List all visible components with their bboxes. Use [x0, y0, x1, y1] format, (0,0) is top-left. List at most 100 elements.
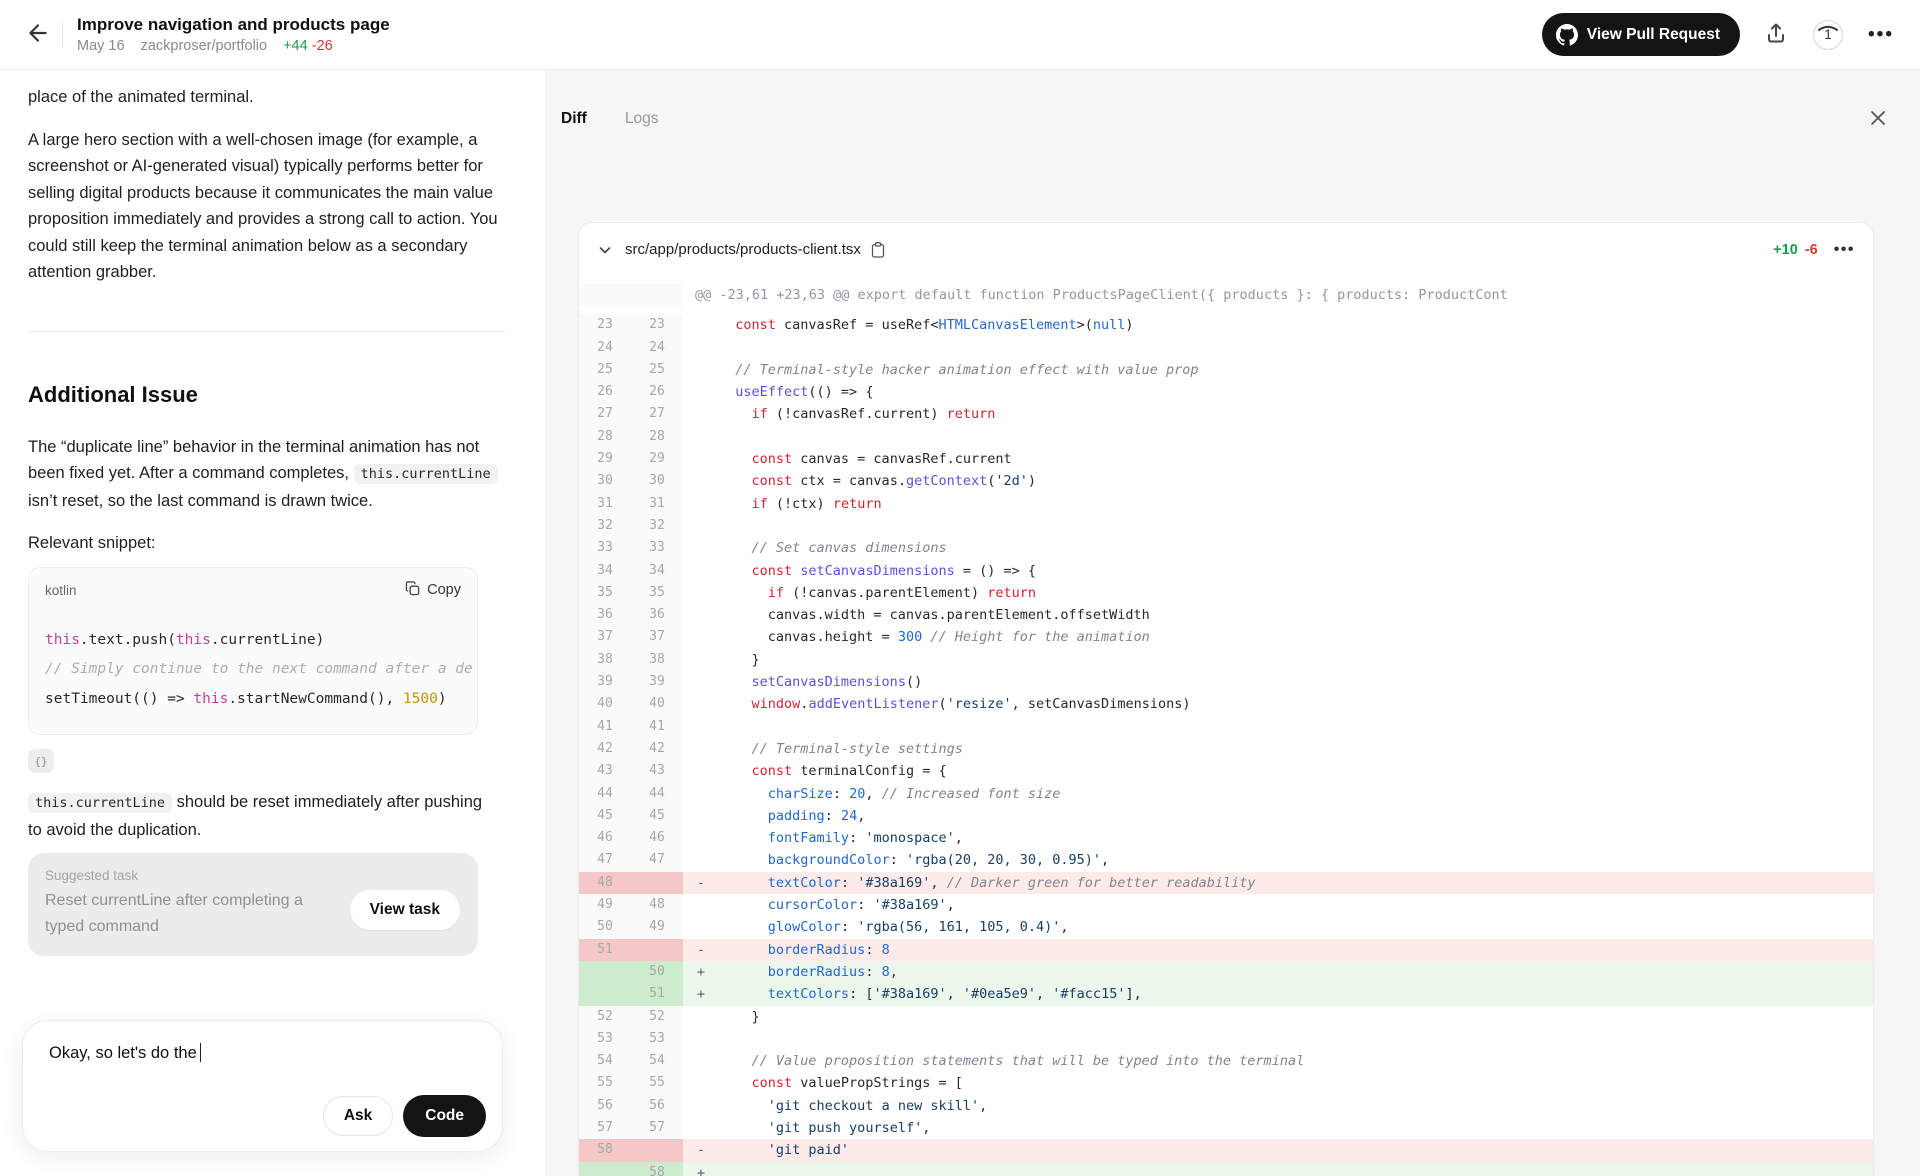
- diff-row[interactable]: 4948 cursorColor: '#38a169',: [579, 894, 1873, 916]
- old-line-number: 24: [579, 337, 631, 359]
- diff-marker: +: [683, 983, 719, 1005]
- ask-button[interactable]: Ask: [323, 1096, 393, 1136]
- diff-row[interactable]: 4343 const terminalConfig = {: [579, 760, 1873, 782]
- file-diff-header[interactable]: src/app/products/products-client.tsx +10…: [579, 223, 1873, 276]
- diff-pane: Diff Logs src/app/products/products-clie…: [545, 70, 1920, 1176]
- diff-marker: [683, 626, 719, 648]
- new-line-number: 48: [631, 894, 683, 916]
- code-line: setTimeout(() => this.startNewCommand(),…: [45, 685, 477, 715]
- diff-row[interactable]: 2323 const canvasRef = useRef<HTMLCanvas…: [579, 314, 1873, 336]
- diff-row[interactable]: 3333 // Set canvas dimensions: [579, 537, 1873, 559]
- new-line-number: [631, 284, 683, 306]
- code-line: // Simply continue to the next command a…: [45, 655, 477, 685]
- collapsed-code-icon[interactable]: {}: [28, 749, 54, 773]
- old-line-number: 39: [579, 671, 631, 693]
- diff-marker: [683, 805, 719, 827]
- old-line-number: [579, 983, 631, 1005]
- diff-body[interactable]: @@ -23,61 +23,63 @@ export default funct…: [579, 276, 1873, 1176]
- new-line-number: 50: [631, 961, 683, 983]
- diff-row[interactable]: 4242 // Terminal-style settings: [579, 738, 1873, 760]
- diff-row[interactable]: 2727 if (!canvasRef.current) return: [579, 403, 1873, 425]
- diff-row[interactable]: 3939 setCanvasDimensions(): [579, 671, 1873, 693]
- new-line-number: 45: [631, 805, 683, 827]
- diff-row[interactable]: 2525 // Terminal-style hacker animation …: [579, 359, 1873, 381]
- hero-paragraph: A large hero section with a well-chosen …: [28, 127, 498, 286]
- new-line-number: 53: [631, 1028, 683, 1050]
- share-upload-icon: [1764, 21, 1788, 48]
- close-pane-button[interactable]: [1868, 108, 1888, 131]
- section-divider: [28, 331, 505, 332]
- diff-row[interactable]: 3636 canvas.width = canvas.parentElement…: [579, 604, 1873, 626]
- diff-row[interactable]: 50+ borderRadius: 8,: [579, 961, 1873, 983]
- old-line-number: 37: [579, 626, 631, 648]
- diff-row[interactable]: 5555 const valuePropStrings = [: [579, 1072, 1873, 1094]
- diff-row[interactable]: 4747 backgroundColor: 'rgba(20, 20, 30, …: [579, 849, 1873, 871]
- chat-input[interactable]: Okay, so let's do the: [49, 1043, 201, 1063]
- header-menu-button[interactable]: •••: [1868, 24, 1894, 46]
- diff-row[interactable]: 5353: [579, 1028, 1873, 1050]
- new-line-number: 44: [631, 783, 683, 805]
- notification-badge[interactable]: 1: [1812, 19, 1844, 51]
- chat-input-card[interactable]: Okay, so let's do the Ask Code: [22, 1020, 503, 1152]
- diff-marker: [683, 916, 719, 938]
- share-button[interactable]: [1764, 21, 1788, 48]
- diff-row[interactable]: 2424: [579, 337, 1873, 359]
- new-line-number: 26: [631, 381, 683, 403]
- conversation-scroll[interactable]: place of the animated terminal. A large …: [0, 70, 545, 956]
- new-line-number: 36: [631, 604, 683, 626]
- diff-row[interactable]: 4141: [579, 716, 1873, 738]
- diff-row[interactable]: 3030 const ctx = canvas.getContext('2d'): [579, 470, 1873, 492]
- diff-row[interactable]: 5656 'git checkout a new skill',: [579, 1095, 1873, 1117]
- diff-row[interactable]: 2828: [579, 426, 1873, 448]
- diff-row[interactable]: 5757 'git push yourself',: [579, 1117, 1873, 1139]
- diff-row[interactable]: 51+ textColors: ['#38a169', '#0ea5e9', '…: [579, 983, 1873, 1005]
- diff-row[interactable]: 4545 padding: 24,: [579, 805, 1873, 827]
- new-line-number: 24: [631, 337, 683, 359]
- diff-row[interactable]: 51- borderRadius: 8: [579, 939, 1873, 961]
- diff-marker: [683, 470, 719, 492]
- diff-row[interactable]: 58- 'git paid': [579, 1139, 1873, 1161]
- diff-row[interactable]: 3131 if (!ctx) return: [579, 493, 1873, 515]
- diff-code: const canvasRef = useRef<HTMLCanvasEleme…: [719, 314, 1873, 336]
- diff-row[interactable]: 3737 canvas.height = 300 // Height for t…: [579, 626, 1873, 648]
- old-line-number: 33: [579, 537, 631, 559]
- diff-row[interactable]: 4040 window.addEventListener('resize', s…: [579, 693, 1873, 715]
- old-line-number: [579, 1162, 631, 1176]
- back-button[interactable]: [16, 13, 60, 57]
- code-button[interactable]: Code: [403, 1095, 486, 1137]
- diff-row[interactable]: 48- textColor: '#38a169', // Darker gree…: [579, 872, 1873, 894]
- diff-marker: [683, 1095, 719, 1117]
- diff-row[interactable]: 3434 const setCanvasDimensions = () => {: [579, 560, 1873, 582]
- diff-row[interactable]: 3535 if (!canvas.parentElement) return: [579, 582, 1873, 604]
- view-task-button[interactable]: View task: [350, 890, 460, 930]
- copy-path-icon[interactable]: [871, 242, 885, 258]
- diff-row[interactable]: 5049 glowColor: 'rgba(56, 161, 105, 0.4)…: [579, 916, 1873, 938]
- diff-row[interactable]: 3838 }: [579, 649, 1873, 671]
- diff-row[interactable]: 2626 useEffect(() => {: [579, 381, 1873, 403]
- copy-button[interactable]: Copy: [405, 581, 461, 600]
- new-line-number: 32: [631, 515, 683, 537]
- diff-row[interactable]: 5454 // Value proposition statements tha…: [579, 1050, 1873, 1072]
- diff-code: 'git checkout a new skill',: [719, 1095, 1873, 1117]
- code-line: this.text.push(this.currentLine): [45, 626, 477, 656]
- diff-row[interactable]: 4646 fontFamily: 'monospace',: [579, 827, 1873, 849]
- diff-row[interactable]: 58+: [579, 1162, 1873, 1176]
- diff-row[interactable]: 3232: [579, 515, 1873, 537]
- file-menu-button[interactable]: •••: [1834, 241, 1855, 259]
- new-line-number: 57: [631, 1117, 683, 1139]
- new-line-number: 51: [631, 983, 683, 1005]
- chevron-down-icon[interactable]: [597, 242, 613, 258]
- diff-row[interactable]: 5252 }: [579, 1006, 1873, 1028]
- tab-diff[interactable]: Diff: [561, 110, 587, 128]
- new-line-number: 46: [631, 827, 683, 849]
- file-diff-card: src/app/products/products-client.tsx +10…: [578, 222, 1874, 1176]
- diff-row[interactable]: 4444 charSize: 20, // Increased font siz…: [579, 783, 1873, 805]
- diff-row[interactable]: 2929 const canvas = canvasRef.current: [579, 448, 1873, 470]
- diff-code: // Set canvas dimensions: [719, 537, 1873, 559]
- new-line-number: 28: [631, 426, 683, 448]
- view-pull-request-button[interactable]: View Pull Request: [1542, 13, 1740, 56]
- old-line-number: 23: [579, 314, 631, 336]
- old-line-number: [579, 284, 631, 306]
- tab-logs[interactable]: Logs: [625, 110, 659, 128]
- diff-hunk-row: @@ -23,61 +23,63 @@ export default funct…: [579, 284, 1873, 306]
